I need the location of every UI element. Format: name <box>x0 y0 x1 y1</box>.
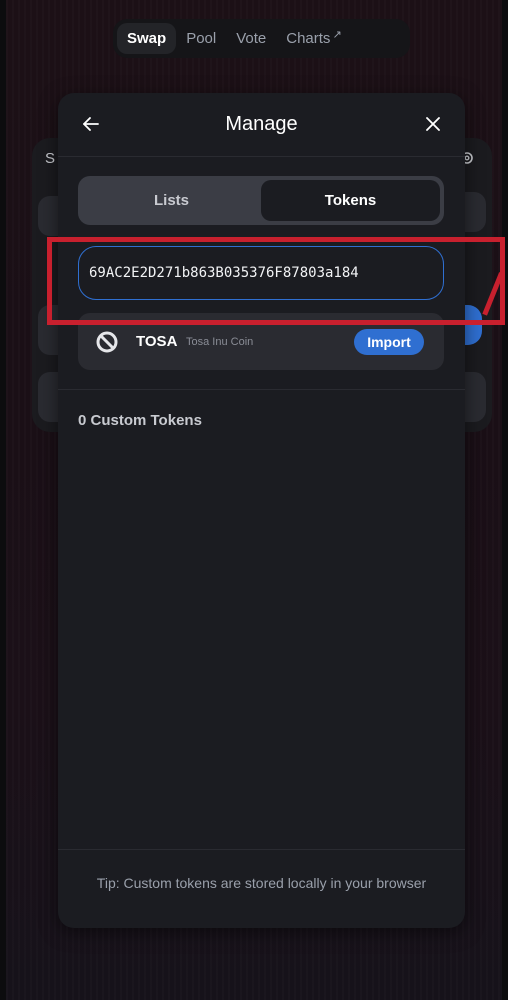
close-button[interactable] <box>420 111 446 137</box>
modal-title: Manage <box>225 113 298 135</box>
nav-charts[interactable]: Charts ↗ <box>276 23 351 54</box>
nav-vote[interactable]: Vote <box>226 23 276 54</box>
nav-vote-label: Vote <box>236 30 267 47</box>
blocked-icon <box>96 331 118 353</box>
import-button[interactable]: Import <box>354 329 424 355</box>
top-nav: Swap Pool Vote Charts ↗ <box>113 19 410 58</box>
modal-header: Manage <box>58 93 465 157</box>
nav-pool[interactable]: Pool <box>176 23 226 54</box>
manage-modal: Manage Lists Tokens TOSA Tosa Inu Coin I… <box>58 93 465 928</box>
tab-tokens-label: Tokens <box>324 192 377 209</box>
nav-charts-label: Charts <box>286 30 331 47</box>
token-name: Tosa Inu Coin <box>186 336 254 348</box>
close-icon <box>426 117 440 131</box>
nav-swap[interactable]: Swap <box>117 23 177 54</box>
external-link-icon: ↗ <box>332 29 342 41</box>
tab-lists-label: Lists <box>153 192 189 209</box>
manage-tabs: Lists Tokens <box>78 176 444 225</box>
highlight-box <box>47 237 505 325</box>
tip-text: Tip: Custom tokens are stored locally in… <box>96 875 427 891</box>
right-edge <box>502 0 508 1000</box>
custom-tokens-count: 0 Custom Tokens <box>78 412 202 429</box>
divider <box>58 849 465 850</box>
nav-pool-label: Pool <box>186 30 217 47</box>
divider <box>58 389 465 390</box>
nav-swap-label: Swap <box>127 30 167 47</box>
token-symbol: TOSA <box>136 333 178 350</box>
swap-card-partial-title: S <box>45 150 56 167</box>
tab-lists[interactable]: Lists <box>82 180 261 221</box>
tab-tokens[interactable]: Tokens <box>261 180 440 221</box>
left-edge <box>0 0 6 1000</box>
